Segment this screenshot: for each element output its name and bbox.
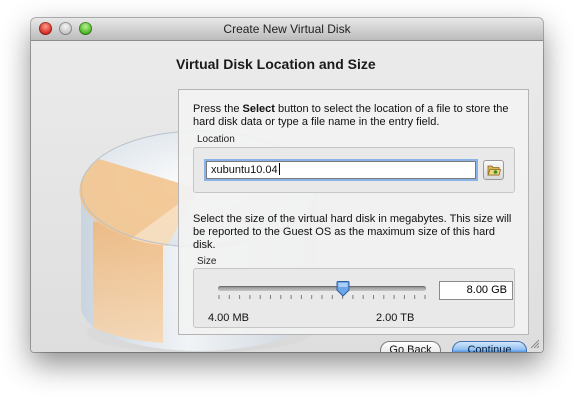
location-group: xubuntu10.04 (193, 147, 515, 193)
window-title: Create New Virtual Disk (223, 22, 351, 36)
size-group: 8.00 GB 4.00 MB 2.00 TB (193, 268, 515, 328)
text-caret (278, 163, 280, 175)
size-input[interactable]: 8.00 GB (439, 281, 513, 300)
size-description: Select the size of the virtual hard disk… (193, 213, 512, 251)
continue-button[interactable]: Continue (452, 341, 527, 352)
select-keyword: Select (242, 103, 275, 115)
size-max-label: 2.00 TB (376, 312, 415, 324)
location-input-value: xubuntu10.04 (211, 164, 278, 176)
page-heading: Virtual Disk Location and Size (176, 56, 376, 72)
slider-ticks (218, 295, 426, 299)
size-group-label: Size (197, 256, 217, 267)
location-description: Press the Select button to select the lo… (193, 103, 509, 128)
settings-panel: Press the Select button to select the lo… (178, 89, 529, 335)
resize-grip-icon[interactable] (529, 338, 540, 349)
size-slider-thumb[interactable] (336, 281, 350, 297)
dialog-window: Create New Virtual Disk Virtual Disk Loc… (31, 18, 543, 352)
dialog-content: Virtual Disk Location and Size Press the… (31, 41, 543, 352)
size-min-label: 4.00 MB (208, 312, 249, 324)
location-input[interactable]: xubuntu10.04 (206, 161, 476, 179)
go-back-button[interactable]: Go Back (380, 341, 441, 352)
size-slider[interactable] (218, 286, 426, 291)
select-location-button[interactable] (483, 160, 504, 180)
folder-open-icon (487, 165, 502, 176)
location-group-label: Location (197, 134, 235, 145)
title-bar[interactable]: Create New Virtual Disk (31, 18, 543, 41)
